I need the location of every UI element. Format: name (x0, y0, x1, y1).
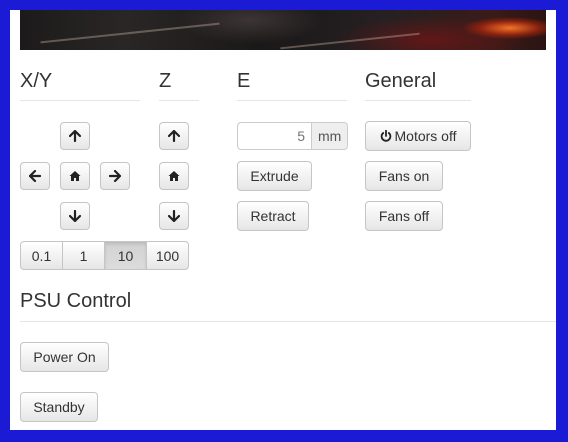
arrow-right-icon (109, 170, 121, 182)
power-icon (380, 130, 391, 142)
extrude-amount-input[interactable] (237, 122, 311, 150)
fans-off-button[interactable]: Fans off (365, 201, 443, 231)
extrude-button[interactable]: Extrude (237, 161, 312, 191)
z-plus-button[interactable] (159, 122, 189, 150)
x-minus-button[interactable] (20, 162, 50, 190)
webcam-stream (20, 10, 546, 50)
motors-off-label: Motors off (394, 128, 457, 144)
psu-divider (20, 321, 556, 322)
power-on-button[interactable]: Power On (20, 342, 109, 372)
xy-home-button[interactable] (60, 162, 90, 190)
psu-heading: PSU Control (20, 290, 132, 312)
extrude-amount-group: mm (237, 122, 349, 150)
step-size-group: 0.1 1 10 100 (20, 241, 189, 270)
arrow-down-icon (168, 210, 180, 222)
z-heading: Z (159, 71, 199, 101)
arrow-up-icon (168, 130, 180, 142)
z-minus-button[interactable] (159, 202, 189, 230)
general-heading: General (365, 71, 471, 101)
fans-on-button[interactable]: Fans on (365, 161, 443, 191)
xy-heading: X/Y (20, 71, 140, 101)
arrow-down-icon (69, 210, 81, 222)
motors-off-button[interactable]: Motors off (365, 121, 471, 151)
home-icon (69, 171, 81, 181)
arrow-left-icon (29, 170, 41, 182)
home-icon (168, 171, 180, 181)
retract-button[interactable]: Retract (237, 201, 309, 231)
y-minus-button[interactable] (60, 202, 90, 230)
step-0-1-button[interactable]: 0.1 (20, 241, 63, 270)
y-plus-button[interactable] (60, 122, 90, 150)
extrude-amount-unit: mm (311, 122, 349, 150)
e-heading: E (237, 71, 347, 101)
step-10-button[interactable]: 10 (104, 241, 147, 270)
arrow-up-icon (69, 130, 81, 142)
step-100-button[interactable]: 100 (146, 241, 189, 270)
step-1-button[interactable]: 1 (62, 241, 105, 270)
control-panel: X/Y 0.1 1 10 100 Z E mm Extrude Retract … (10, 10, 556, 430)
z-home-button[interactable] (159, 162, 189, 190)
standby-button[interactable]: Standby (20, 392, 98, 422)
x-plus-button[interactable] (100, 162, 130, 190)
